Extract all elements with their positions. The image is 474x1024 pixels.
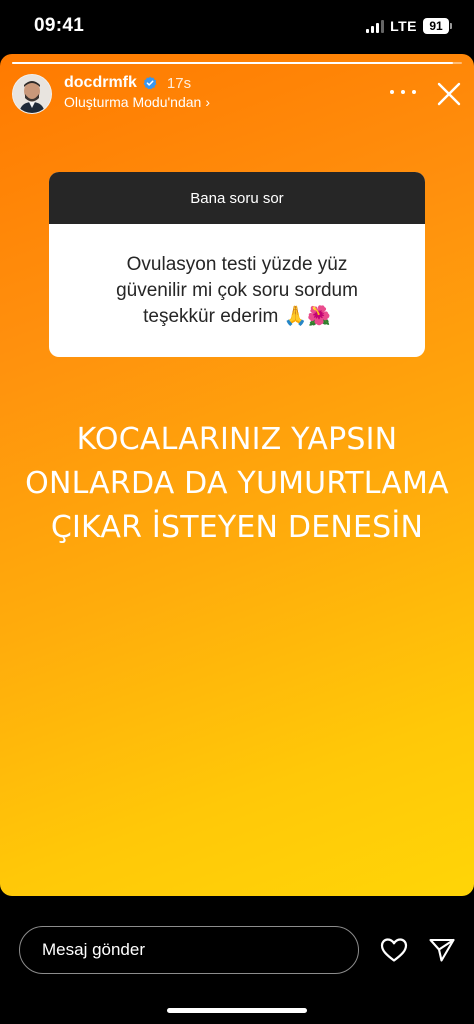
story-progress-fill bbox=[12, 62, 453, 64]
close-icon[interactable] bbox=[436, 81, 462, 107]
answer-text: KOCALARINIZ YAPSIN ONLARDA DA YUMURTLAMA… bbox=[0, 418, 474, 550]
create-mode-link[interactable]: Oluşturma Modu'ndan › bbox=[64, 94, 210, 110]
question-line: güvenilir mi çok soru sordum bbox=[116, 279, 358, 301]
question-sticker: Bana soru sor Ovulasyon testi yüzde yüz … bbox=[49, 172, 425, 357]
avatar-image bbox=[13, 75, 51, 113]
status-indicators: LTE 91 bbox=[366, 18, 452, 34]
message-input-placeholder: Mesaj gönder bbox=[42, 940, 146, 959]
cellular-signal-icon bbox=[366, 19, 385, 33]
more-horizontal-icon bbox=[390, 90, 394, 94]
answer-line: KOCALARINIZ YAPSIN bbox=[76, 422, 398, 457]
story-frame[interactable]: docdrmfk 17s Oluşturma Modu'ndan › Bana … bbox=[0, 54, 474, 896]
battery-level: 91 bbox=[423, 18, 449, 34]
answer-line: ONLARDA DA YUMURTLAMA bbox=[25, 466, 449, 501]
story-user-row: docdrmfk 17s bbox=[64, 74, 191, 92]
username[interactable]: docdrmfk bbox=[64, 74, 137, 92]
message-input[interactable]: Mesaj gönder bbox=[19, 926, 359, 974]
network-type: LTE bbox=[390, 18, 417, 34]
question-line: Ovulasyon testi yüzde yüz bbox=[126, 253, 348, 275]
question-line: teşekkür ederim 🙏🌺 bbox=[143, 305, 331, 327]
status-bar: 09:41 LTE 91 bbox=[0, 0, 474, 54]
chevron-right-icon: › bbox=[205, 94, 210, 110]
home-indicator[interactable] bbox=[167, 1008, 307, 1013]
story-progress-bar bbox=[12, 62, 462, 64]
question-sticker-title: Bana soru sor bbox=[49, 172, 425, 224]
create-mode-label: Oluşturma Modu'ndan bbox=[64, 94, 202, 110]
answer-line: ÇIKAR İSTEYEN DENESİN bbox=[50, 510, 424, 545]
avatar[interactable] bbox=[12, 74, 52, 114]
question-text: Ovulasyon testi yüzde yüz güvenilir mi ç… bbox=[49, 224, 425, 357]
verified-badge-icon bbox=[143, 76, 157, 90]
send-icon[interactable] bbox=[428, 937, 456, 963]
post-time: 17s bbox=[166, 74, 192, 92]
more-options-button[interactable] bbox=[390, 82, 416, 102]
story-screen: 09:41 LTE 91 docdrmfk 17s Oluşturma Modu… bbox=[0, 0, 474, 1024]
heart-icon[interactable] bbox=[380, 937, 408, 963]
battery-icon: 91 bbox=[423, 18, 452, 34]
status-time: 09:41 bbox=[34, 15, 85, 36]
